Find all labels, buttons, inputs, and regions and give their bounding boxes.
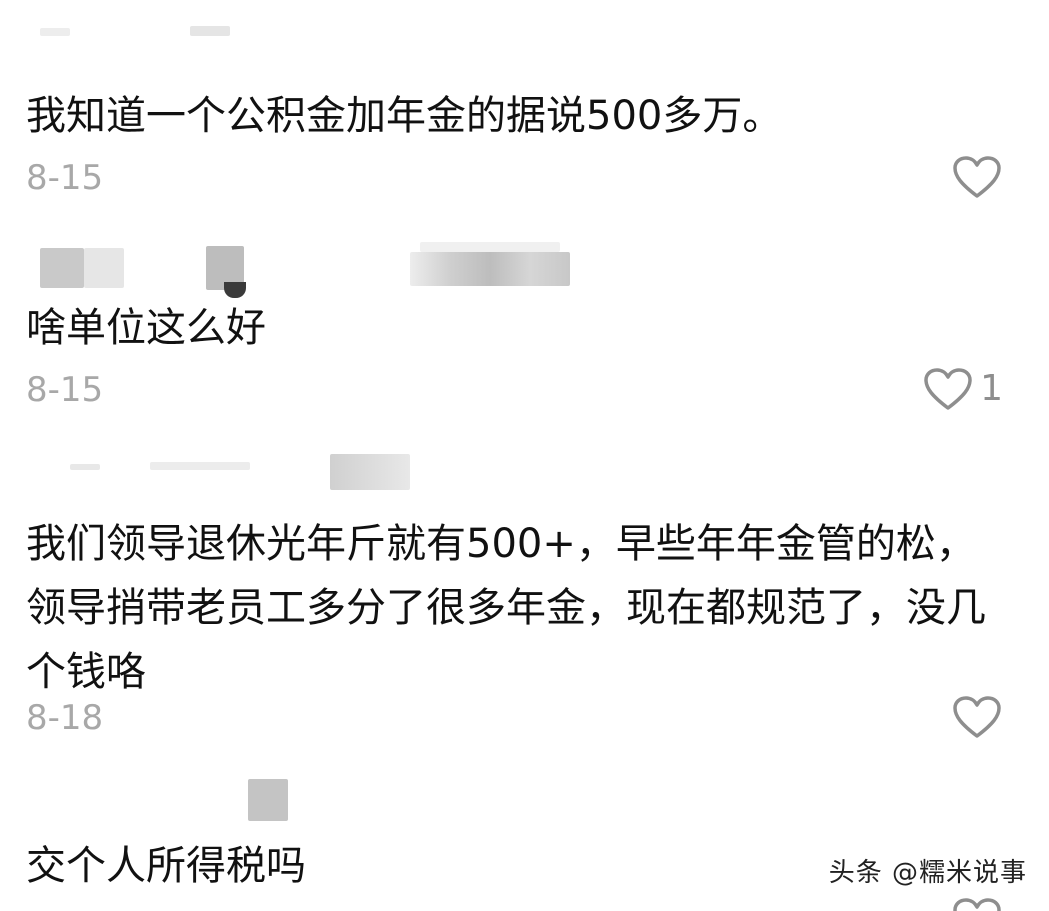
comment-item: 交个人所得税吗: [0, 0, 1049, 911]
source-watermark: 头条 @糯米说事: [828, 858, 1027, 888]
heart-outline-icon[interactable]: [951, 896, 1003, 911]
